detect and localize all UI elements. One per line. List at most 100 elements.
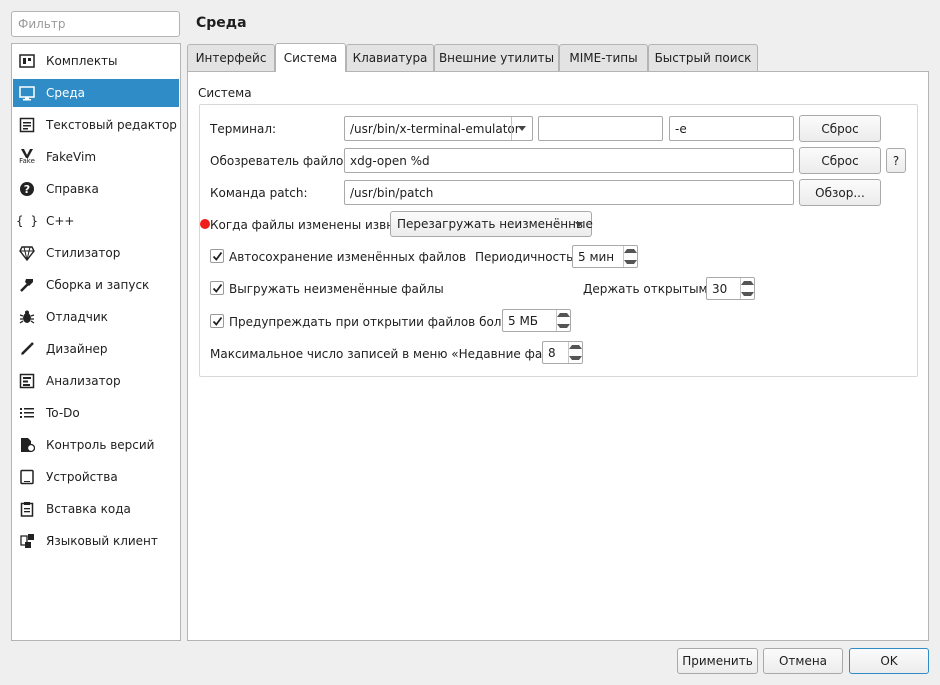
unload-checkbox[interactable] xyxy=(210,281,224,295)
autosave-interval-value: 5 мин xyxy=(578,249,615,264)
files-changed-combo[interactable]: Перезагружать неизменённые xyxy=(390,211,593,237)
spin-buttons xyxy=(623,246,637,267)
spin-down-icon[interactable] xyxy=(557,321,570,332)
tab-keyboard[interactable]: Клавиатура xyxy=(346,44,434,71)
terminal-reset-button[interactable]: Сброс xyxy=(799,115,881,142)
terminal-label: Терминал: xyxy=(210,122,277,136)
sidebar-item-label: To-Do xyxy=(46,406,80,420)
filter-input[interactable] xyxy=(11,11,180,37)
sidebar-item-build-run[interactable]: Сборка и запуск xyxy=(13,271,179,299)
sidebar-item-fakevim[interactable]: Fake FakeVim xyxy=(13,143,179,171)
warn-large-files-spinbox[interactable]: 5 МБ xyxy=(502,309,571,332)
unload-label: Выгружать неизменённые файлы xyxy=(229,282,444,296)
sidebar-item-language-client[interactable]: Языковый клиент xyxy=(13,527,179,555)
sidebar-item-label: Анализатор xyxy=(46,374,121,388)
text-editor-icon xyxy=(18,116,36,134)
sidebar-item-label: Среда xyxy=(46,86,86,100)
sidebar-item-help[interactable]: ? Справка xyxy=(13,175,179,203)
patch-command-field[interactable]: /usr/bin/patch xyxy=(344,180,794,205)
gem-icon xyxy=(18,244,36,262)
patch-browse-button[interactable]: Обзор... xyxy=(799,179,881,206)
autosave-interval-spinbox[interactable]: 5 мин xyxy=(572,245,638,268)
patch-label: Команда patch: xyxy=(210,186,308,200)
sidebar-item-cpp[interactable]: { } C++ xyxy=(13,207,179,235)
modified-indicator-dot xyxy=(200,219,210,229)
ok-button[interactable]: OK xyxy=(849,648,929,674)
spin-up-icon[interactable] xyxy=(557,310,570,321)
tab-label: Интерфейс xyxy=(195,51,267,65)
terminal-combo-value: /usr/bin/x-terminal-emulator xyxy=(350,121,520,136)
tab-interface[interactable]: Интерфейс xyxy=(187,44,275,71)
spin-up-icon[interactable] xyxy=(624,246,637,257)
spin-down-icon[interactable] xyxy=(741,289,754,300)
file-browser-help-button[interactable]: ? xyxy=(886,148,906,173)
keep-open-label: Держать открытыми: xyxy=(583,282,720,296)
recent-files-value: 8 xyxy=(548,345,556,360)
sidebar-item-beautifier[interactable]: Стилизатор xyxy=(13,239,179,267)
sidebar-item-debugger[interactable]: Отладчик xyxy=(13,303,179,331)
spin-up-icon[interactable] xyxy=(741,278,754,289)
tab-label: Клавиатура xyxy=(352,51,428,65)
chevron-down-icon xyxy=(575,222,583,227)
sidebar-item-devices[interactable]: Устройства xyxy=(13,463,179,491)
hammer-icon xyxy=(18,276,36,294)
tab-mime-types[interactable]: MIME-типы xyxy=(559,44,648,71)
tab-external-tools[interactable]: Внешние утилиты xyxy=(434,44,559,71)
keep-open-spinbox[interactable]: 30 xyxy=(706,277,755,300)
sidebar-item-label: Комплекты xyxy=(46,54,118,68)
spin-up-icon[interactable] xyxy=(569,342,582,353)
chevron-down-icon[interactable] xyxy=(511,117,532,140)
system-group xyxy=(199,104,918,377)
terminal-combo[interactable]: /usr/bin/x-terminal-emulator xyxy=(344,116,533,141)
sidebar-item-analyzer[interactable]: Анализатор xyxy=(13,367,179,395)
tab-locator[interactable]: Быстрый поиск xyxy=(648,44,758,71)
analyzer-icon xyxy=(18,372,36,390)
file-browser-field[interactable]: xdg-open %d xyxy=(344,148,794,173)
sidebar-item-version-control[interactable]: Контроль версий xyxy=(13,431,179,459)
sidebar-item-label: Отладчик xyxy=(46,310,108,324)
autosave-checkbox[interactable] xyxy=(210,249,224,263)
sidebar-item-label: Справка xyxy=(46,182,99,196)
file-browser-reset-button[interactable]: Сброс xyxy=(799,147,881,174)
sidebar-item-label: Контроль версий xyxy=(46,438,155,452)
code-paste-icon xyxy=(18,500,36,518)
version-control-icon xyxy=(18,436,36,454)
braces-icon: { } xyxy=(16,212,38,230)
devices-icon xyxy=(18,468,36,486)
language-client-icon xyxy=(18,532,36,550)
page-title: Среда xyxy=(196,15,247,31)
pencil-icon xyxy=(18,340,36,358)
svg-text:?: ? xyxy=(24,183,30,196)
sidebar-item-label: Вставка кода xyxy=(46,502,131,516)
sidebar-item-environment[interactable]: Среда xyxy=(13,79,179,107)
sidebar-item-text-editor[interactable]: Текстовый редактор xyxy=(13,111,179,139)
todo-list-icon xyxy=(18,404,36,422)
tab-label: Система xyxy=(283,51,338,65)
tab-system[interactable]: Система xyxy=(275,43,346,72)
sidebar-item-label: Языковый клиент xyxy=(46,534,158,548)
sidebar-item-label: Дизайнер xyxy=(46,342,108,356)
bug-icon xyxy=(18,308,36,326)
fakevim-icon: Fake xyxy=(18,148,36,166)
files-changed-combo-value: Перезагружать неизменённые xyxy=(397,217,593,231)
spin-down-icon[interactable] xyxy=(624,257,637,268)
tab-label: Быстрый поиск xyxy=(654,51,752,65)
warn-large-files-checkbox[interactable] xyxy=(210,314,224,328)
recent-files-spinbox[interactable]: 8 xyxy=(542,341,583,364)
sidebar-item-todo[interactable]: To-Do xyxy=(13,399,179,427)
sidebar-item-designer[interactable]: Дизайнер xyxy=(13,335,179,363)
sidebar-item-label: FakeVim xyxy=(46,150,97,164)
file-browser-label: Обозреватель файлов: xyxy=(210,154,355,168)
terminal-args-field[interactable]: -e xyxy=(669,116,794,141)
sidebar-item-kits[interactable]: Комплекты xyxy=(13,47,179,75)
cancel-button[interactable]: Отмена xyxy=(763,648,843,674)
sidebar-item-code-paste[interactable]: Вставка кода xyxy=(13,495,179,523)
tab-label: Внешние утилиты xyxy=(438,51,555,65)
spin-buttons xyxy=(568,342,582,363)
checkmark-icon xyxy=(212,251,222,261)
sidebar-item-label: Стилизатор xyxy=(46,246,121,260)
spin-down-icon[interactable] xyxy=(569,353,582,364)
terminal-extra-field[interactable] xyxy=(538,116,663,141)
apply-button[interactable]: Применить xyxy=(677,648,758,674)
category-list: Комплекты Среда Текстовый редактор Fake … xyxy=(11,43,181,641)
